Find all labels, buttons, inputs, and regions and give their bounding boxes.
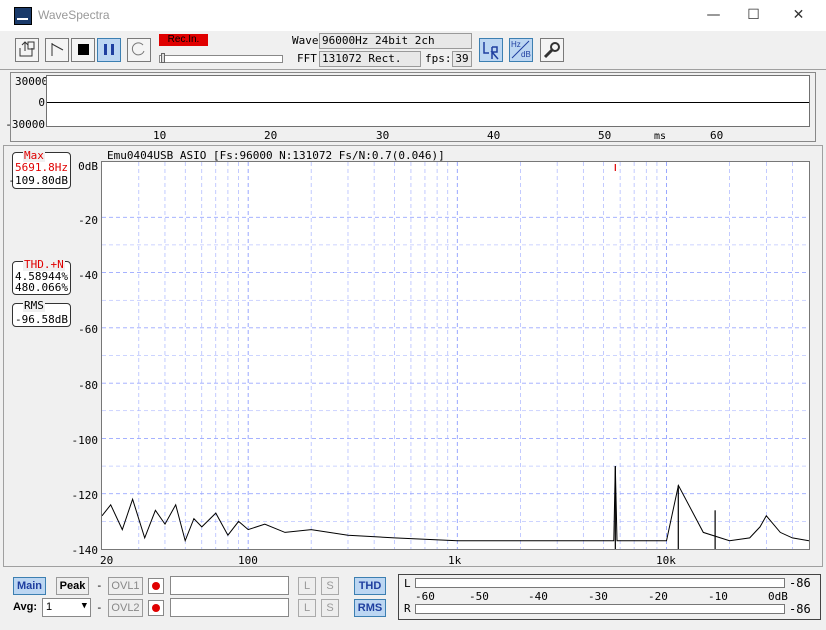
wave-x-tick: 20 <box>264 129 278 142</box>
wave-x-tick: 60 <box>710 129 724 142</box>
hz-db-settings-button[interactable]: Hz dB <box>509 38 533 62</box>
waveform-plot[interactable] <box>46 75 810 127</box>
max-level: -109.80dB <box>8 174 68 187</box>
chevron-down-icon: ▼ <box>81 601 87 611</box>
meter-scale-tick: -50 <box>469 590 489 603</box>
title-bar: WaveSpectra — ☐ ✕ <box>0 0 826 32</box>
trigger-button[interactable] <box>45 38 69 62</box>
settings-button[interactable] <box>540 38 564 62</box>
meter-channel-l: L <box>404 577 411 590</box>
spec-y-tick: -40 <box>78 269 98 282</box>
peak-button[interactable]: Peak <box>56 577 89 595</box>
spec-y-tick: -80 <box>78 379 98 392</box>
spec-y-tick: -140 <box>71 544 99 557</box>
ruler-icon <box>511 40 530 59</box>
lr-channel-icon <box>483 42 499 60</box>
meter-bar-l <box>415 578 785 588</box>
pause-button[interactable] <box>97 38 121 62</box>
rms-button[interactable]: RMS <box>354 599 386 617</box>
ovl1-record-button[interactable] <box>148 578 164 594</box>
spec-y-tick: 0dB <box>78 160 98 173</box>
separator-dash: - <box>96 579 103 592</box>
ovl2-name-field[interactable] <box>170 598 289 617</box>
wave-y-tick: -30000 <box>5 118 45 131</box>
waveform-trace <box>47 102 809 103</box>
level-meter: L -86 -60 -50 -40 -30 -20 -10 0dB R -86 <box>398 574 821 620</box>
meter-bar-r <box>415 604 785 614</box>
spectrum-chart <box>102 162 809 549</box>
meter-scale-tick: -20 <box>648 590 668 603</box>
spec-y-tick: -60 <box>78 323 98 336</box>
ovl1-load-button[interactable]: L <box>298 577 316 595</box>
spec-y-tick: -100 <box>71 434 99 447</box>
spectrum-trace <box>102 466 809 543</box>
ovl2-button[interactable]: OVL2 <box>108 599 143 617</box>
spec-x-tick: 100 <box>238 554 258 567</box>
slider-thumb[interactable] <box>161 53 165 63</box>
rec-input-label: Rec.In. <box>159 34 208 46</box>
minimize-button[interactable]: — <box>691 0 736 31</box>
wave-x-tick: 50 <box>598 129 612 142</box>
fft-size-field[interactable]: 131072 Rect. <box>319 51 421 67</box>
meter-scale-tick: -10 <box>708 590 728 603</box>
separator-dash: - <box>96 601 103 614</box>
spec-x-tick: 20 <box>100 554 114 567</box>
lr-channel-button[interactable] <box>479 38 503 62</box>
thd-value: 480.066% <box>15 281 68 294</box>
spec-y-tick: -20 <box>78 214 98 227</box>
meter-scale-tick: -30 <box>588 590 608 603</box>
stop-icon <box>78 44 89 55</box>
open-file-button[interactable] <box>15 38 39 62</box>
avg-value: 1 <box>46 601 53 613</box>
stop-button[interactable] <box>71 38 95 62</box>
wave-x-unit: ms <box>654 131 667 142</box>
trigger-icon <box>51 43 64 56</box>
fps-label: fps: <box>425 52 452 65</box>
ovl1-name-field[interactable] <box>170 576 289 595</box>
maximize-button[interactable]: ☐ <box>731 0 776 31</box>
meter-channel-r: R <box>404 602 411 615</box>
pause-icon <box>104 44 114 55</box>
spec-y-tick: -120 <box>71 489 99 502</box>
level-slider[interactable] <box>159 53 283 63</box>
meter-scale-tick: 0dB <box>768 590 788 603</box>
repeat-button[interactable] <box>127 38 151 62</box>
spectrum-plot[interactable] <box>101 161 810 550</box>
spec-x-tick: 10k <box>656 554 676 567</box>
meter-value-r: -86 <box>789 602 811 616</box>
wave-y-tick: 0 <box>38 96 45 109</box>
app-icon <box>14 7 32 25</box>
ovl2-record-button[interactable] <box>148 600 164 616</box>
close-button[interactable]: ✕ <box>776 0 821 31</box>
fps-value: 39 <box>452 51 472 67</box>
open-file-icon <box>19 41 35 57</box>
avg-select[interactable]: 1 ▼ <box>42 598 91 617</box>
wave-x-tick: 40 <box>487 129 501 142</box>
wrench-icon <box>543 42 560 59</box>
meter-scale-tick: -60 <box>415 590 435 603</box>
spec-x-tick: 1k <box>448 554 462 567</box>
wave-y-tick: 30000 <box>15 75 49 88</box>
ovl2-save-button[interactable]: S <box>321 599 339 617</box>
toolbar: Rec.In. Wave: 96000Hz 24bit 2ch FFT: 131… <box>0 31 826 70</box>
wave-x-tick: 30 <box>376 129 390 142</box>
rms-label: RMS <box>23 299 45 312</box>
ovl2-load-button[interactable]: L <box>298 599 316 617</box>
window-title: WaveSpectra <box>38 8 110 22</box>
meter-scale-tick: -40 <box>528 590 548 603</box>
repeat-icon <box>131 42 145 56</box>
avg-label: Avg: <box>13 601 38 613</box>
wave-x-tick: 10 <box>153 129 167 142</box>
meter-value-l: -86 <box>789 576 811 590</box>
main-button[interactable]: Main <box>13 577 46 595</box>
wave-format-field: 96000Hz 24bit 2ch <box>319 33 472 49</box>
ovl1-save-button[interactable]: S <box>321 577 339 595</box>
ovl1-button[interactable]: OVL1 <box>108 577 143 595</box>
thd-button[interactable]: THD <box>354 577 386 595</box>
